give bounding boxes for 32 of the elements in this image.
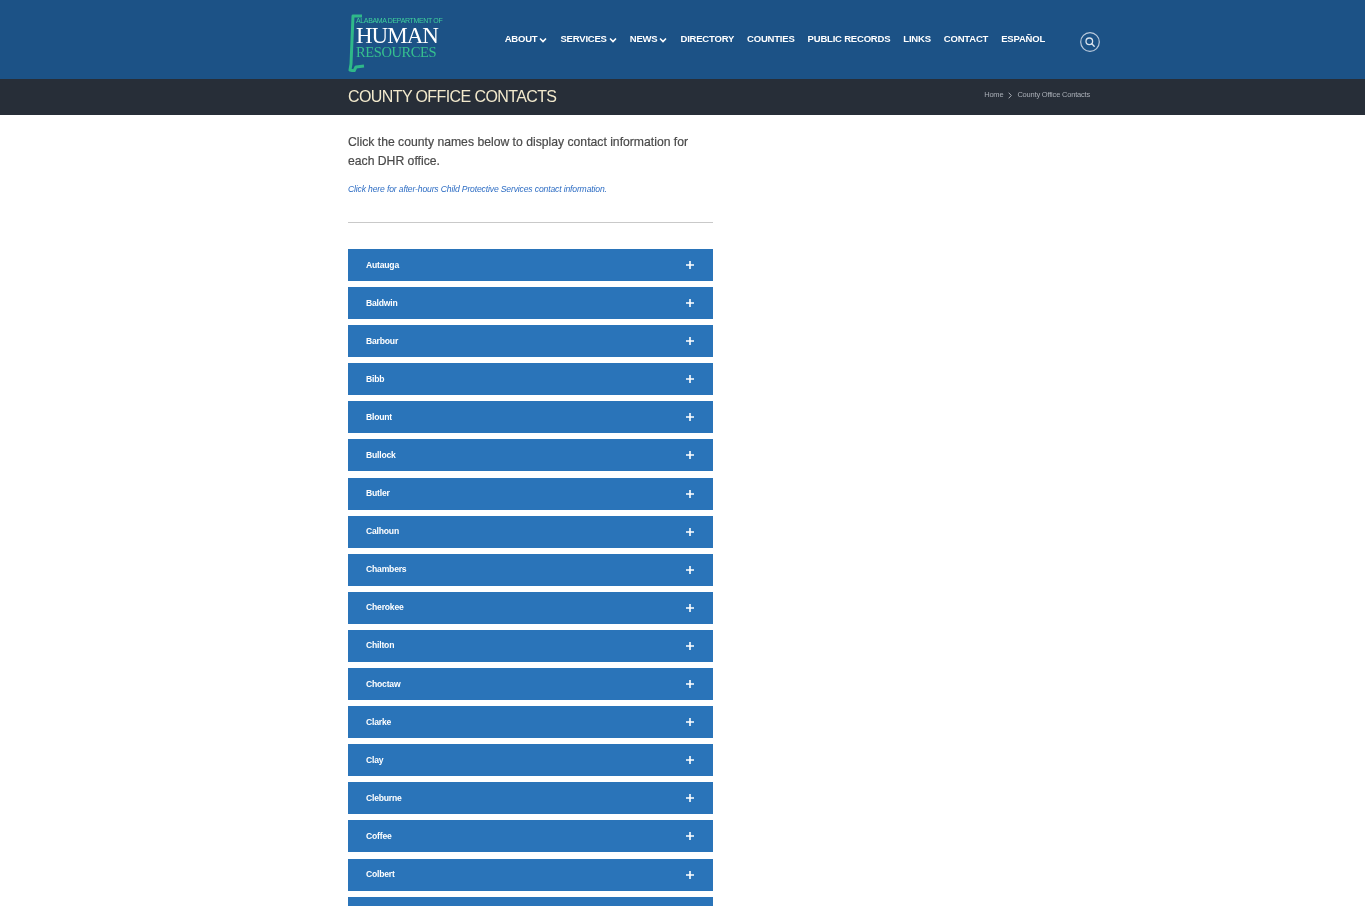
accordion-header[interactable]: Choctaw [348,668,713,701]
nav-link[interactable]: COUNTIES [747,32,795,47]
chevron-right-icon [1008,91,1013,99]
accordion-header[interactable]: Coffee [348,820,713,853]
after-hours-link[interactable]: Click here for after-hours Child Protective Services contact information. [348,184,607,194]
nav-link[interactable]: PUBLIC RECORDS [807,32,891,47]
accordion-header[interactable]: Autauga [348,249,713,281]
accordion-header[interactable]: Butler [348,477,713,510]
nav-link[interactable]: CONTACT [943,32,989,47]
nav-link[interactable]: NEWS [629,32,668,47]
intro-text: Click the county names below to display contact information for each DHR office. [348,134,690,170]
accordion-header[interactable]: Blount [348,401,713,434]
nav-link[interactable]: ESPAÑOL [1001,32,1045,47]
accordion-header[interactable]: Chambers [348,553,713,586]
accordion-header[interactable]: Clay [348,744,713,777]
nav-link[interactable]: LINKS [903,32,931,47]
accordion-header[interactable]: Baldwin [348,287,713,320]
accordion-header[interactable]: Chilton [348,629,713,662]
nav-link[interactable]: SERVICES [560,32,617,47]
accordion-header[interactable]: Bibb [348,363,713,396]
accordion-header[interactable]: Colbert [348,858,713,891]
accordion-header[interactable]: Cleburne [348,782,713,815]
search-icon [1080,32,1100,53]
accordion-header[interactable]: Calhoun [348,515,713,548]
nav-link[interactable]: ABOUT [504,32,548,47]
accordion-header[interactable]: Barbour [348,325,713,358]
accordion-header[interactable]: Clarke [348,706,713,739]
page-title: COUNTY OFFICE CONTACTS [348,87,557,107]
accordion-header[interactable]: Cherokee [348,591,713,624]
accordion-header[interactable]: Bullock [348,439,713,472]
search-button[interactable] [1080,29,1100,50]
nav-link[interactable]: DIRECTORY [680,32,735,47]
